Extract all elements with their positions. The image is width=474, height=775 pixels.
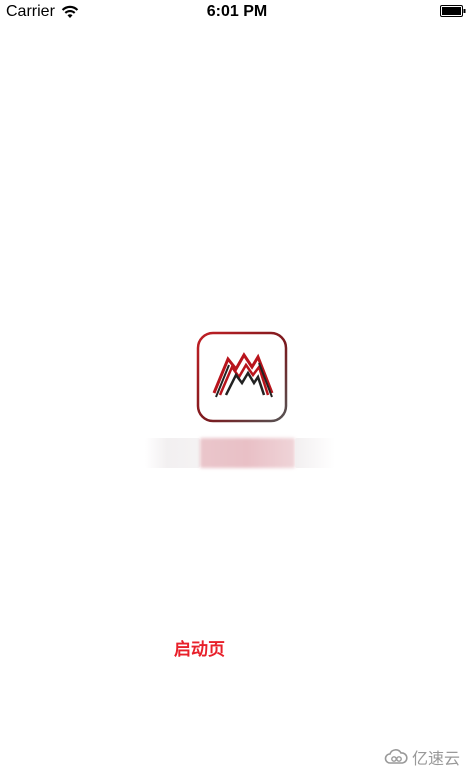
battery-icon bbox=[440, 5, 466, 17]
cloud-icon bbox=[384, 749, 408, 764]
blurred-app-name-left bbox=[145, 438, 200, 468]
watermark-text: 亿速云 bbox=[411, 749, 460, 768]
launch-page-label: 启动页 bbox=[174, 640, 225, 660]
app-logo-m-icon bbox=[196, 331, 288, 423]
status-bar: Carrier 6:01 PM bbox=[0, 0, 474, 24]
blurred-app-name-right bbox=[295, 438, 335, 468]
watermark: 亿速云 bbox=[384, 745, 460, 769]
blurred-app-name bbox=[200, 438, 295, 468]
status-time: 6:01 PM bbox=[206, 3, 268, 20]
